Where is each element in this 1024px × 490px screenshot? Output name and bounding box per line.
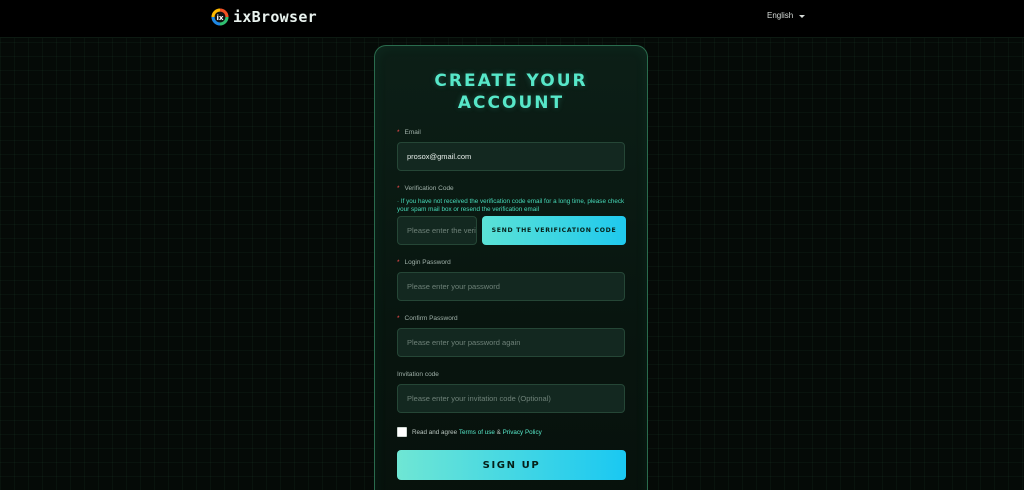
signup-form-card: CREATE YOUR ACCOUNT * Email prosox@gmail.… bbox=[374, 45, 648, 490]
language-label: English bbox=[767, 11, 794, 20]
page-title: CREATE YOUR ACCOUNT bbox=[375, 70, 647, 114]
language-selector[interactable]: English bbox=[767, 11, 806, 20]
email-field[interactable]: prosox@gmail.com bbox=[397, 142, 625, 171]
email-value: prosox@gmail.com bbox=[407, 152, 472, 161]
password-input[interactable]: Please enter your password bbox=[397, 272, 625, 301]
email-label: * Email bbox=[397, 129, 421, 136]
terms-of-use-link[interactable]: Terms of use bbox=[459, 429, 495, 436]
top-navigation-bar: ix ixBrowser English bbox=[0, 0, 1024, 38]
privacy-policy-link[interactable]: Privacy Policy bbox=[503, 429, 542, 436]
required-asterisk: * bbox=[397, 315, 400, 322]
brand-logo[interactable]: ix ixBrowser bbox=[211, 7, 317, 27]
password-placeholder: Please enter your password bbox=[407, 282, 500, 291]
invitation-code-label: Invitation code bbox=[397, 371, 439, 378]
required-asterisk: * bbox=[397, 185, 400, 192]
caret-down-icon bbox=[799, 14, 806, 18]
confirm-password-input[interactable]: Please enter your password again bbox=[397, 328, 625, 357]
verification-code-input[interactable]: Please enter the verification code bbox=[397, 216, 477, 245]
svg-text:ix: ix bbox=[216, 13, 223, 22]
invitation-code-input[interactable]: Please enter your invitation code (Optio… bbox=[397, 384, 625, 413]
required-asterisk: * bbox=[397, 129, 400, 136]
confirm-password-placeholder: Please enter your password again bbox=[407, 338, 521, 347]
invitation-code-placeholder: Please enter your invitation code (Optio… bbox=[407, 394, 551, 403]
login-password-label: * Login Password bbox=[397, 259, 451, 266]
verification-code-placeholder: Please enter the verification code bbox=[407, 226, 476, 235]
confirm-password-label: * Confirm Password bbox=[397, 315, 458, 322]
agreement-row: Read and agree Terms of use & Privacy Po… bbox=[397, 427, 542, 437]
agreement-checkbox[interactable] bbox=[397, 427, 407, 437]
brand-name: ixBrowser bbox=[233, 8, 317, 26]
verification-hint: · If you have not received the verificat… bbox=[397, 198, 625, 213]
sign-up-button[interactable]: SIGN UP bbox=[397, 450, 626, 480]
send-verification-code-button[interactable]: SEND THE VERIFICATION CODE bbox=[482, 216, 626, 245]
verification-code-label: * Verification Code bbox=[397, 185, 454, 192]
ixbrowser-logo-icon: ix bbox=[211, 8, 229, 26]
title-line-1: CREATE YOUR bbox=[434, 71, 588, 91]
required-asterisk: * bbox=[397, 259, 400, 266]
title-line-2: ACCOUNT bbox=[457, 93, 565, 113]
agreement-text: Read and agree Terms of use & Privacy Po… bbox=[412, 428, 542, 436]
